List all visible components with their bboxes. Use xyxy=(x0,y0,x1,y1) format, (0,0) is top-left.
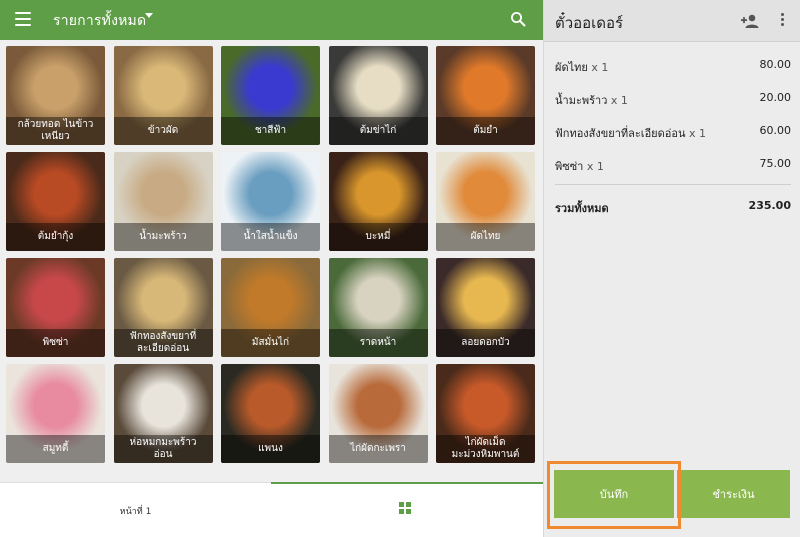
menu-panel: รายการทั้งหมด กล้วยทอด ไนข้าว เหนียว ข้าว… xyxy=(0,0,543,537)
menu-item-label: ต้มยำ xyxy=(436,117,535,145)
menu-item-label: บะหมี่ xyxy=(328,223,428,251)
menu-item[interactable]: ต้มยำกุ้ง xyxy=(6,152,105,251)
pos-app: รายการทั้งหมด กล้วยทอด ไนข้าว เหนียว ข้าว… xyxy=(0,0,800,537)
chevron-down-icon[interactable] xyxy=(145,13,153,18)
menu-item-label: ห่อหมกมะพร้าว อ่อน xyxy=(113,435,213,463)
menu-item[interactable]: พิซซ่า xyxy=(6,258,105,357)
menu-item[interactable]: ไก่ผัดเม็ด มะม่วงหิมพานต์ xyxy=(436,364,535,463)
menu-item[interactable]: น้ำมะพร้าว xyxy=(113,152,213,251)
total-row: รวมทั้งหมด 235.00 xyxy=(555,199,791,217)
total-value: 235.00 xyxy=(748,199,791,212)
order-line[interactable]: ฟักทองสังขยาที่ละเอียดอ่อน x 1 60.00 xyxy=(555,118,791,142)
item-name: ผัดไทย xyxy=(555,61,588,74)
hamburger-menu-icon[interactable] xyxy=(15,12,31,28)
menu-item[interactable]: สมูทตี้ xyxy=(6,364,105,463)
add-customer-icon[interactable] xyxy=(741,13,759,29)
menu-item[interactable]: บะหมี่ xyxy=(328,152,428,251)
item-qty: x 1 xyxy=(689,127,707,140)
menu-item-label: พิซซ่า xyxy=(6,329,105,357)
menu-item-label: ชาสีฟ้า xyxy=(221,117,320,145)
menu-item-label: ไก่ผัดเม็ด มะม่วงหิมพานต์ xyxy=(436,435,535,463)
order-line-price: 80.00 xyxy=(759,58,792,71)
more-vert-icon[interactable] xyxy=(777,13,787,29)
order-line-price: 60.00 xyxy=(759,124,792,137)
menu-item[interactable]: ชาสีฟ้า xyxy=(221,46,320,145)
item-qty: x 1 xyxy=(591,61,609,74)
top-app-bar: รายการทั้งหมด xyxy=(0,0,543,40)
search-icon[interactable] xyxy=(510,11,526,27)
menu-item-label: สมูทตี้ xyxy=(6,435,105,463)
active-tab-indicator xyxy=(271,482,543,484)
item-name: ฟักทองสังขยาที่ละเอียดอ่อน xyxy=(555,127,686,140)
menu-item[interactable]: ลอยดอกบัว xyxy=(436,258,535,357)
category-selector[interactable]: รายการทั้งหมด xyxy=(53,10,146,32)
item-qty: x 1 xyxy=(586,160,604,173)
tab-grid-view[interactable] xyxy=(271,482,543,537)
order-line-price: 75.00 xyxy=(759,157,792,170)
save-button[interactable]: บันทึก xyxy=(554,470,674,518)
menu-item-label: ข้าวผัด xyxy=(113,117,213,145)
menu-item-label: ต้มข่าไก่ xyxy=(328,117,428,145)
menu-item[interactable]: ต้มข่าไก่ xyxy=(328,46,428,145)
order-line-name: ผัดไทย x 1 xyxy=(555,58,608,76)
menu-item-label: กล้วยทอด ไนข้าว เหนียว xyxy=(6,117,105,145)
menu-item[interactable]: ราดหน้า xyxy=(328,258,428,357)
total-label: รวมทั้งหมด xyxy=(555,202,609,215)
menu-item[interactable]: แพนง xyxy=(221,364,320,463)
order-line[interactable]: พิซซ่า x 1 75.00 xyxy=(555,151,791,175)
menu-item[interactable]: ผัดไทย xyxy=(436,152,535,251)
menu-item[interactable]: มัสมั่นไก่ xyxy=(221,258,320,357)
menu-item-label: ฟักทองสังขยาที่ ละเอียดอ่อน xyxy=(113,329,213,357)
menu-item-label: แพนง xyxy=(221,435,320,463)
menu-item-label: มัสมั่นไก่ xyxy=(221,329,320,357)
menu-item-label: ผัดไทย xyxy=(436,223,535,251)
ticket-title: ตั๋วออเดอร์ xyxy=(555,14,624,32)
menu-item[interactable]: ฟักทองสังขยาที่ ละเอียดอ่อน xyxy=(113,258,213,357)
menu-item-label: ต้มยำกุ้ง xyxy=(6,223,105,251)
ticket-header: ตั๋วออเดอร์ xyxy=(544,0,800,42)
order-line-name: น้ำมะพร้าว x 1 xyxy=(555,91,628,109)
menu-item[interactable]: น้ำใสน้ำแข็ง xyxy=(221,152,320,251)
pay-button[interactable]: ชำระเงิน xyxy=(677,470,790,518)
menu-item[interactable]: ห่อหมกมะพร้าว อ่อน xyxy=(113,364,213,463)
total-divider xyxy=(555,184,791,185)
menu-item-label: ไก่ผัดกะเพรา xyxy=(328,435,428,463)
menu-item[interactable]: ไก่ผัดกะเพรา xyxy=(328,364,428,463)
bottom-nav: หน้าที่ 1 xyxy=(0,482,543,537)
order-line-name: พิซซ่า x 1 xyxy=(555,157,604,175)
order-line-name: ฟักทองสังขยาที่ละเอียดอ่อน x 1 xyxy=(555,124,706,142)
grid-icon xyxy=(399,502,411,514)
menu-item-label: น้ำมะพร้าว xyxy=(113,223,213,251)
item-name: น้ำมะพร้าว xyxy=(555,94,608,107)
order-line[interactable]: ผัดไทย x 1 80.00 xyxy=(555,52,791,76)
menu-item[interactable]: ข้าวผัด xyxy=(113,46,213,145)
menu-item[interactable]: กล้วยทอด ไนข้าว เหนียว xyxy=(6,46,105,145)
item-qty: x 1 xyxy=(610,94,628,107)
ticket-panel: ตั๋วออเดอร์ รวมทั้งหมด 235.00 ผัดไทย x 1… xyxy=(543,0,800,537)
menu-item-label: ลอยดอกบัว xyxy=(436,329,535,357)
menu-item[interactable]: ต้มยำ xyxy=(436,46,535,145)
order-line[interactable]: น้ำมะพร้าว x 1 20.00 xyxy=(555,85,791,109)
order-line-price: 20.00 xyxy=(759,91,792,104)
menu-item-label: ราดหน้า xyxy=(328,329,428,357)
menu-item-label: น้ำใสน้ำแข็ง xyxy=(221,223,320,251)
tab-page-1[interactable]: หน้าที่ 1 xyxy=(0,483,271,537)
item-name: พิซซ่า xyxy=(555,160,584,173)
